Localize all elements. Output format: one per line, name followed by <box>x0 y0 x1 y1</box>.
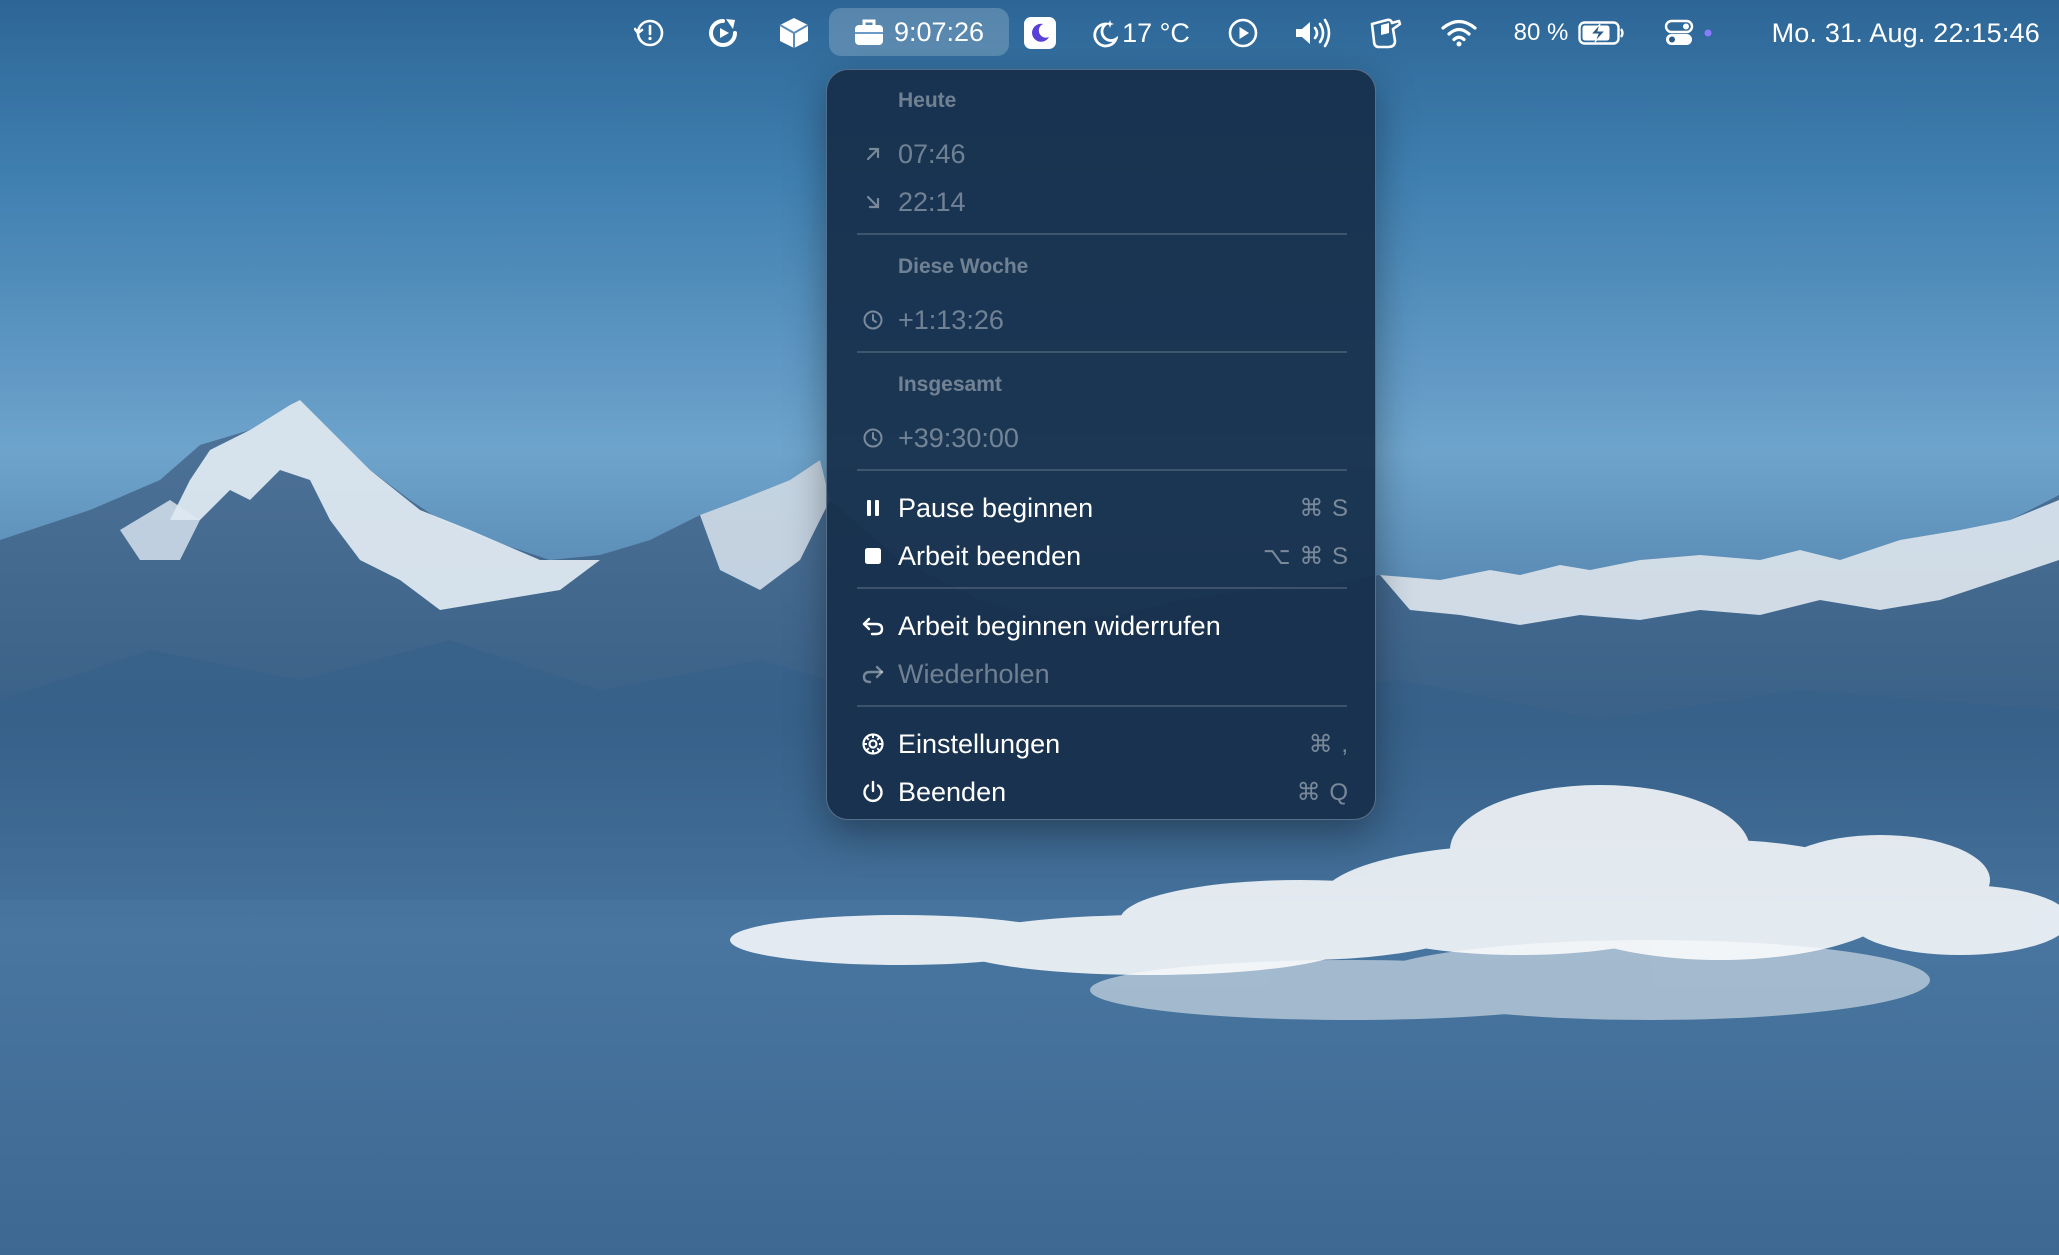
undo-start-label: Arbeit beginnen widerrufen <box>898 610 1221 641</box>
stop-work-button[interactable]: Arbeit beenden ⌥ ⌘ S <box>847 534 1355 578</box>
clock-icon <box>847 309 898 331</box>
today-start-time: 07:46 <box>898 138 966 169</box>
volume-icon[interactable] <box>1293 0 1333 66</box>
menu-item-week-balance: +1:13:26 <box>847 298 1355 342</box>
time-machine-icon[interactable] <box>630 0 670 66</box>
menu-bar: 9:07:26 17 °C 80 % Mo. 31. Aug. 22:15:46 <box>0 0 2059 66</box>
stop-work-label: Arbeit beenden <box>898 540 1082 571</box>
timer-status-item[interactable]: 9:07:26 <box>829 8 1009 56</box>
menu-separator <box>857 233 1347 235</box>
quit-shortcut: ⌘ Q <box>1296 778 1349 806</box>
redo-button: Wiederholen <box>847 652 1355 696</box>
pause-button[interactable]: Pause beginnen ⌘ S <box>847 486 1355 530</box>
temperature-value: 17 °C <box>1122 17 1190 48</box>
battery-percent: 80 % <box>1513 19 1569 46</box>
clock[interactable]: Mo. 31. Aug. 22:15:46 <box>1740 0 2040 66</box>
control-center-icon[interactable] <box>1664 0 1714 66</box>
stop-icon <box>847 547 898 565</box>
settings-shortcut: ⌘ , <box>1308 730 1349 758</box>
section-header-total: Insgesamt <box>898 373 1002 396</box>
moon-icon[interactable] <box>1024 17 1056 49</box>
menu-item-total-balance: +39:30:00 <box>847 416 1355 460</box>
menu-item-today-start: 07:46 <box>847 132 1355 176</box>
briefcase-icon <box>854 18 884 46</box>
refresh-icon[interactable] <box>703 0 743 66</box>
pause-icon <box>847 499 898 517</box>
quit-button[interactable]: Beenden ⌘ Q <box>847 770 1355 814</box>
hand-icon[interactable] <box>1368 0 1404 66</box>
quit-label: Beenden <box>898 776 1007 807</box>
time-tracker-menu: Heute 07:46 22:14 Diese Woche +1:13:26 I… <box>826 69 1376 820</box>
pause-label: Pause beginnen <box>898 492 1094 523</box>
battery-item[interactable]: 80 % <box>1510 0 1630 66</box>
undo-start-button[interactable]: Arbeit beginnen widerrufen <box>847 604 1355 648</box>
menu-separator <box>857 587 1347 589</box>
gear-icon <box>847 732 898 756</box>
battery-charging-icon <box>1578 20 1626 46</box>
weather-item[interactable]: 17 °C <box>1088 0 1192 66</box>
wifi-icon[interactable] <box>1440 0 1478 66</box>
settings-label: Einstellungen <box>898 728 1061 759</box>
play-circle-icon[interactable] <box>1225 0 1261 66</box>
arrow-down-right-icon <box>847 192 898 212</box>
today-end-time: 22:14 <box>898 186 966 217</box>
clock-icon <box>847 427 898 449</box>
weather-moon-icon <box>1090 18 1119 48</box>
desktop: 9:07:26 17 °C 80 % Mo. 31. Aug. 22:15:46… <box>0 0 2059 1255</box>
total-balance-value: +39:30:00 <box>898 422 1019 453</box>
arrow-up-right-icon <box>847 144 898 164</box>
menu-separator <box>857 705 1347 707</box>
timer-value: 9:07:26 <box>893 16 985 47</box>
stop-work-shortcut: ⌥ ⌘ S <box>1263 542 1349 570</box>
power-icon <box>847 780 898 804</box>
undo-icon <box>847 616 898 636</box>
week-balance-value: +1:13:26 <box>898 304 1004 335</box>
menu-separator <box>857 469 1347 471</box>
redo-icon <box>847 664 898 684</box>
menu-separator <box>857 351 1347 353</box>
settings-button[interactable]: Einstellungen ⌘ , <box>847 722 1355 766</box>
box-app-icon[interactable] <box>776 0 812 66</box>
section-header-today: Heute <box>898 89 957 112</box>
section-header-week: Diese Woche <box>898 255 1029 278</box>
menu-item-today-end: 22:14 <box>847 180 1355 224</box>
redo-label: Wiederholen <box>898 658 1050 689</box>
pause-shortcut: ⌘ S <box>1299 494 1349 522</box>
